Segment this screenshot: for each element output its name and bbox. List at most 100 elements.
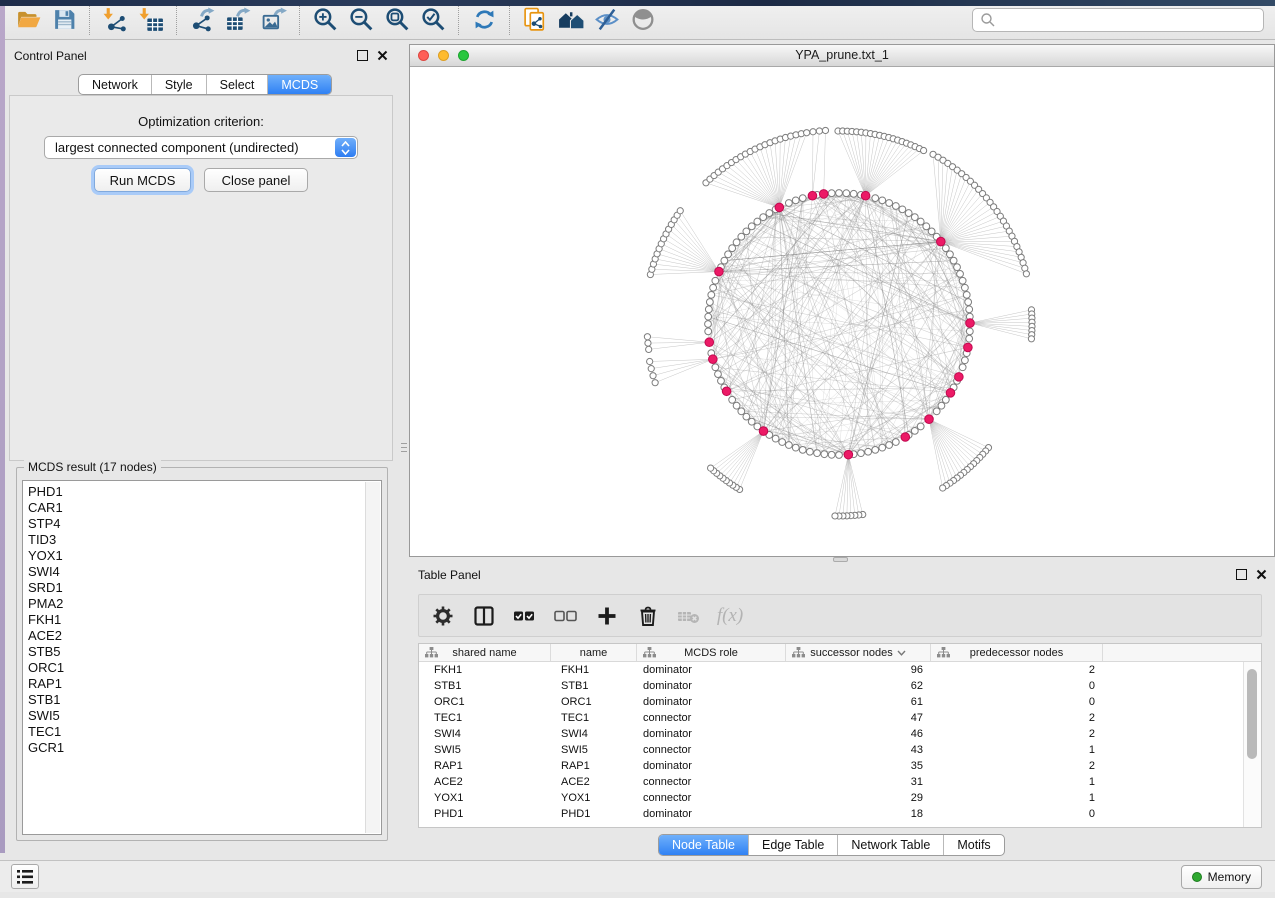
graph-node[interactable] — [966, 328, 973, 335]
graph-node[interactable] — [806, 448, 813, 455]
graph-node[interactable] — [1023, 271, 1029, 277]
table-row[interactable]: TEC1TEC1connector472 — [419, 710, 1261, 726]
graph-hub-node[interactable] — [808, 191, 817, 200]
search-box[interactable] — [972, 8, 1264, 32]
graph-node[interactable] — [754, 218, 761, 225]
table-cell[interactable]: STB1 — [419, 680, 551, 692]
tab-network-table[interactable]: Network Table — [837, 835, 943, 855]
table-cell[interactable]: 29 — [786, 792, 931, 804]
table-cell[interactable]: dominator — [637, 696, 786, 708]
table-row[interactable]: STB1STB1dominator620 — [419, 678, 1261, 694]
table-cell[interactable]: SWI4 — [419, 728, 551, 740]
graph-node[interactable] — [712, 277, 719, 284]
graph-node[interactable] — [959, 364, 966, 371]
table-cell[interactable]: SWI5 — [551, 744, 637, 756]
table-cell[interactable]: 46 — [786, 728, 931, 740]
graph-node[interactable] — [911, 427, 918, 434]
delete-entry-trash-icon[interactable] — [635, 603, 661, 629]
table-cell[interactable]: dominator — [637, 728, 786, 740]
network-window-titlebar[interactable]: YPA_prune.txt_1 — [410, 45, 1274, 67]
graph-node[interactable] — [959, 277, 966, 284]
task-history-button[interactable] — [11, 864, 39, 889]
graph-node[interactable] — [836, 190, 843, 197]
table-cell[interactable]: STB1 — [551, 680, 637, 692]
table-cell[interactable]: RAP1 — [551, 760, 637, 772]
zoom-in-icon[interactable] — [307, 3, 343, 37]
graph-node[interactable] — [965, 299, 972, 306]
graph-node[interactable] — [677, 208, 683, 214]
import-network-icon[interactable] — [97, 3, 133, 37]
table-cell[interactable]: 1 — [931, 744, 1103, 756]
graph-node[interactable] — [718, 377, 725, 384]
table-cell[interactable]: ACE2 — [419, 776, 551, 788]
column-header-successor-nodes[interactable]: successor nodes — [786, 644, 931, 661]
graph-node[interactable] — [760, 214, 767, 221]
close-panel-icon[interactable] — [1256, 569, 1267, 580]
graph-node[interactable] — [733, 402, 740, 409]
graph-node[interactable] — [715, 371, 722, 378]
graph-hub-node[interactable] — [715, 267, 724, 276]
vertical-splitter-handle[interactable] — [401, 434, 407, 460]
table-row[interactable]: ACE2ACE2connector311 — [419, 774, 1261, 790]
table-cell[interactable]: dominator — [637, 680, 786, 692]
table-cell[interactable]: connector — [637, 776, 786, 788]
mcds-result-item[interactable]: SRD1 — [28, 580, 381, 596]
graph-node[interactable] — [828, 451, 835, 458]
graph-hub-node[interactable] — [937, 237, 946, 246]
table-cell[interactable]: 47 — [786, 712, 931, 724]
graph-node[interactable] — [712, 364, 719, 371]
hide-selected-eye-slash-icon[interactable] — [589, 3, 625, 37]
graph-node[interactable] — [785, 200, 792, 207]
graph-hub-node[interactable] — [709, 355, 718, 364]
mcds-result-item[interactable]: STB1 — [28, 692, 381, 708]
graph-node[interactable] — [917, 423, 924, 430]
graph-node[interactable] — [705, 328, 712, 335]
table-cell[interactable]: 2 — [931, 664, 1103, 676]
graph-node[interactable] — [705, 313, 712, 320]
graph-node[interactable] — [647, 358, 653, 364]
graph-node[interactable] — [738, 233, 745, 240]
table-cell[interactable]: ORC1 — [419, 696, 551, 708]
table-row[interactable]: YOX1YOX1connector291 — [419, 790, 1261, 806]
graph-node[interactable] — [822, 127, 828, 133]
graph-node[interactable] — [705, 321, 712, 328]
graph-node[interactable] — [799, 446, 806, 453]
graph-node[interactable] — [850, 190, 857, 197]
graph-node[interactable] — [954, 264, 961, 271]
table-cell[interactable]: TEC1 — [419, 712, 551, 724]
graph-node[interactable] — [729, 396, 736, 403]
float-panel-icon[interactable] — [1236, 569, 1247, 580]
mcds-result-item[interactable]: STP4 — [28, 516, 381, 532]
close-panel-button[interactable]: Close panel — [204, 168, 308, 192]
table-cell[interactable]: 2 — [931, 760, 1103, 772]
tab-motifs[interactable]: Motifs — [943, 835, 1003, 855]
graph-node[interactable] — [938, 402, 945, 409]
graph-node[interactable] — [743, 413, 750, 420]
graph-hub-node[interactable] — [946, 389, 955, 398]
graph-node[interactable] — [779, 439, 786, 446]
graph-node[interactable] — [886, 442, 893, 449]
table-cell[interactable]: 62 — [786, 680, 931, 692]
table-cell[interactable]: FKH1 — [419, 664, 551, 676]
graph-node[interactable] — [892, 203, 899, 210]
mcds-result-item[interactable]: ORC1 — [28, 660, 381, 676]
zoom-selected-icon[interactable] — [415, 3, 451, 37]
table-cell[interactable]: 43 — [786, 744, 931, 756]
table-row[interactable]: ORC1ORC1dominator610 — [419, 694, 1261, 710]
graph-node[interactable] — [748, 418, 755, 425]
table-cell[interactable]: ORC1 — [551, 696, 637, 708]
graph-node[interactable] — [799, 195, 806, 202]
search-input[interactable] — [996, 12, 1263, 28]
zoom-out-icon[interactable] — [343, 3, 379, 37]
graph-node[interactable] — [706, 299, 713, 306]
graph-node[interactable] — [957, 270, 964, 277]
graph-node[interactable] — [892, 439, 899, 446]
tab-style[interactable]: Style — [151, 75, 206, 94]
run-mcds-button[interactable]: Run MCDS — [94, 168, 191, 192]
graph-node[interactable] — [645, 340, 651, 346]
table-cell[interactable]: TEC1 — [551, 712, 637, 724]
graph-node[interactable] — [942, 396, 949, 403]
mcds-list-scrollbar[interactable] — [365, 482, 380, 833]
table-cell[interactable]: 35 — [786, 760, 931, 772]
table-cell[interactable]: YOX1 — [551, 792, 637, 804]
